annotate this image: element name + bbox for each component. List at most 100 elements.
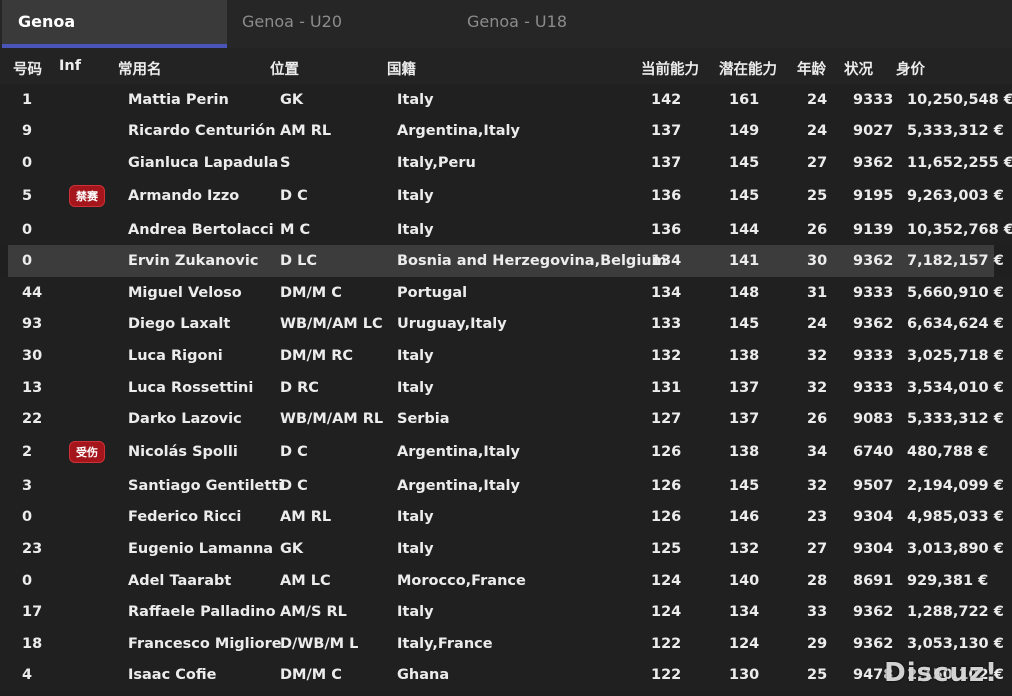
table-row[interactable]: 44 Miguel Veloso DM/M C Portugal 134 148 31 933… — [0, 276, 1012, 309]
player-age: 25 — [807, 188, 828, 205]
table-row[interactable]: 1 Mattia Perin GK Italy 142 161 24 9333 10,250,5… — [0, 84, 1012, 116]
player-condition: 9083 — [853, 411, 894, 428]
player-current-ability: 133 — [651, 316, 682, 333]
player-current-ability: 137 — [651, 123, 682, 140]
player-current-ability: 124 — [651, 572, 682, 589]
tab-genoa-u20[interactable]: Genoa - U20 — [226, 0, 342, 44]
player-number: 1 — [22, 91, 33, 108]
column-header-name[interactable]: 常用名 — [118, 58, 162, 79]
player-value: 3,534,010 € — [907, 379, 1004, 396]
table-row[interactable]: 0 Gianluca Lapadula S Italy,Peru 137 145 27 936… — [0, 147, 1012, 179]
player-nationality: Ghana — [397, 667, 450, 684]
column-header-condition[interactable]: 状况 — [844, 58, 873, 79]
player-number: 44 — [22, 284, 43, 301]
player-current-ability: 132 — [651, 347, 682, 364]
player-name: Eugenio Lamanna — [128, 540, 274, 557]
player-nationality: Italy,Peru — [397, 154, 476, 171]
table-row[interactable]: 93 Diego Laxalt WB/M/AM LC Uruguay,Italy 133… — [0, 308, 1012, 341]
player-potential-ability: 145 — [729, 316, 760, 333]
player-name: Federico Ricci — [128, 509, 242, 526]
table-row[interactable]: 0 Ervin Zukanovic D LC Bosnia and Herzegovi… — [8, 245, 1004, 277]
player-value: 3,013,890 € — [907, 540, 1004, 557]
player-age: 25 — [807, 667, 828, 684]
column-header-inf[interactable]: Inf — [59, 58, 81, 74]
player-name: Luca Rossettini — [128, 379, 254, 396]
table-row[interactable]: 17 Raffaele Palladino AM/S RL Italy 124 134 33… — [0, 596, 1012, 628]
player-age: 26 — [807, 221, 828, 238]
player-position: DM/M C — [280, 284, 342, 301]
table-row[interactable]: 2 Nicolás Spolli D C Argentina,Italy 126 138 3… — [0, 434, 1012, 470]
player-position: GK — [280, 91, 304, 108]
tab-genoa[interactable]: Genoa — [2, 0, 227, 48]
player-position: AM RL — [280, 123, 332, 140]
player-name: Mattia Perin — [128, 91, 229, 108]
table-row[interactable]: 0 Andrea Bertolacci M C Italy 136 144 26 9139 10… — [0, 213, 1012, 246]
player-name: Diego Laxalt — [128, 316, 231, 333]
player-current-ability: 126 — [651, 477, 682, 494]
table-row[interactable]: 9 Ricardo Centurión AM RL Argentina,Italy 13… — [0, 115, 1012, 148]
player-current-ability: 124 — [651, 604, 682, 621]
column-header-current-ability[interactable]: 当前能力 — [641, 58, 699, 79]
player-position: DM/M C — [280, 667, 342, 684]
player-position: AM/S RL — [280, 604, 347, 621]
player-potential-ability: 149 — [729, 123, 760, 140]
player-value: 6,634,624 € — [907, 316, 1004, 333]
table-row[interactable]: 13 Luca Rossettini D RC Italy 131 137 32 9333 3,… — [0, 371, 1012, 404]
player-position: D/WB/M L — [280, 635, 359, 652]
player-age: 29 — [807, 635, 828, 652]
player-age: 28 — [807, 572, 828, 589]
player-name: Miguel Veloso — [128, 284, 242, 301]
player-potential-ability: 145 — [729, 477, 760, 494]
player-potential-ability: 145 — [729, 188, 760, 205]
player-number: 22 — [22, 411, 43, 428]
table-row[interactable]: 30 Luca Rigoni DM/M RC Italy 132 138 32 9333 3,0… — [0, 340, 1012, 372]
player-nationality: Italy — [397, 91, 434, 108]
table-row[interactable]: 5 Armando Izzo D C Italy 136 145 25 9195 9,263,0… — [0, 178, 1012, 214]
player-value: 2,194,099 € — [907, 477, 1004, 494]
table-header: 号码 Inf 常用名 位置 国籍 当前能力 潜在能力 年龄 状况 身价 — [0, 48, 1012, 84]
player-current-ability: 136 — [651, 221, 682, 238]
player-condition: 9139 — [853, 221, 894, 238]
column-header-position[interactable]: 位置 — [270, 58, 299, 79]
table-row[interactable]: 22 Darko Lazovic WB/M/AM RL Serbia 127 137 26 9… — [0, 403, 1012, 435]
player-condition: 9333 — [853, 347, 894, 364]
player-value: 4,985,033 € — [907, 509, 1004, 526]
player-current-ability: 125 — [651, 540, 682, 557]
player-value: 11,652,255 € — [907, 154, 1012, 171]
column-header-value[interactable]: 身价 — [896, 58, 925, 79]
player-current-ability: 122 — [651, 635, 682, 652]
table-row[interactable]: 0 Federico Ricci AM RL Italy 126 146 23 9304 4,9… — [0, 501, 1012, 534]
player-nationality: Italy — [397, 540, 434, 557]
player-condition: 6740 — [853, 444, 894, 461]
player-nationality: Italy — [397, 188, 434, 205]
player-age: 27 — [807, 540, 828, 557]
player-condition: 9027 — [853, 123, 894, 140]
player-condition: 9333 — [853, 379, 894, 396]
squad-tab-bar: Genoa Genoa - U20 Genoa - U18 — [0, 0, 1012, 48]
player-nationality: Italy — [397, 379, 434, 396]
player-name: Adel Taarabt — [128, 572, 232, 589]
player-position: M C — [280, 221, 311, 238]
player-value: 10,352,768 € — [907, 221, 1012, 238]
player-name: Raffaele Palladino — [128, 604, 276, 621]
player-age: 24 — [807, 91, 828, 108]
tab-genoa-u18[interactable]: Genoa - U18 — [451, 0, 567, 44]
column-header-age[interactable]: 年龄 — [797, 58, 826, 79]
table-row[interactable]: 4 Isaac Cofie DM/M C Ghana 122 130 25 9478 2,150… — [0, 659, 1012, 692]
player-nationality: Italy — [397, 509, 434, 526]
table-row[interactable]: 0 Adel Taarabt AM LC Morocco,France 124 140 28… — [0, 564, 1012, 597]
player-number: 13 — [22, 379, 43, 396]
table-row[interactable]: 18 Francesco Migliore D/WB/M L Italy,France… — [0, 627, 1012, 660]
player-nationality: Argentina,Italy — [397, 444, 520, 461]
column-header-number[interactable]: 号码 — [13, 58, 42, 79]
player-potential-ability: 146 — [729, 509, 760, 526]
player-nationality: Morocco,France — [397, 572, 526, 589]
table-row[interactable]: 23 Eugenio Lamanna GK Italy 125 132 27 9304 3,01… — [0, 533, 1012, 565]
column-header-nationality[interactable]: 国籍 — [387, 58, 416, 79]
player-age: 30 — [807, 253, 828, 270]
column-header-potential-ability[interactable]: 潜在能力 — [719, 58, 777, 79]
player-number: 4 — [22, 667, 33, 684]
player-name: Francesco Migliore — [128, 635, 282, 652]
player-value: 5,333,312 € — [907, 123, 1004, 140]
table-row[interactable]: 3 Santiago Gentiletti D C Argentina,Italy 12… — [0, 469, 1012, 502]
